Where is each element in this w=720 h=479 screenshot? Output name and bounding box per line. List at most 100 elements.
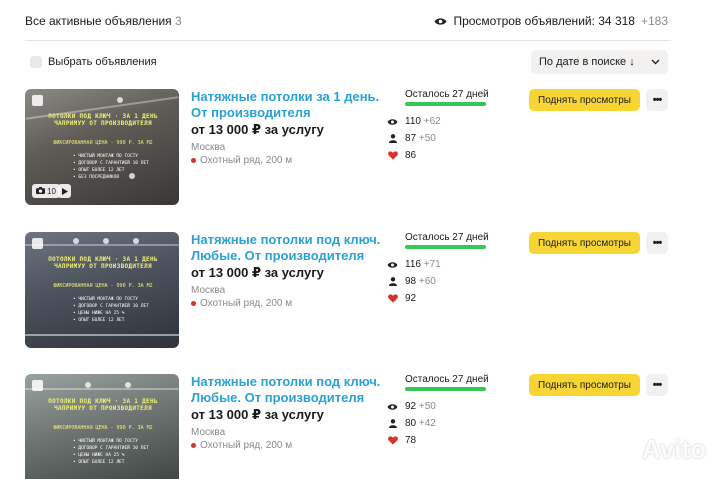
- contacts-delta: +60: [418, 276, 436, 287]
- contacts-count: 87: [405, 133, 417, 144]
- listing-metro-text: Охотный ряд, 200 м: [200, 440, 293, 451]
- views-stat: 116 +71: [387, 259, 441, 270]
- days-remaining-bar: [405, 102, 486, 106]
- photo-bullet: • ДОГОВОР С ГАРАНТИЕЙ 10 ЛЕТ: [73, 446, 149, 451]
- views-delta: +71: [423, 259, 441, 270]
- more-actions-button[interactable]: •••: [646, 374, 668, 396]
- listing-city: Москва: [191, 142, 226, 153]
- listing-checkbox[interactable]: [32, 95, 43, 106]
- metro-icon: [191, 158, 196, 163]
- favorites-count: 78: [405, 435, 417, 446]
- photo-bullet: • ЧИСТЫЙ МОНТАЖ ПО ГОСТУ: [73, 297, 139, 302]
- listing-price: от 13 000 ₽ за услугу: [191, 265, 324, 280]
- listing-metro: Охотный ряд, 200 м: [191, 155, 292, 166]
- favorites-count: 92: [405, 293, 417, 304]
- favorites-stat: 86: [387, 150, 416, 161]
- photo-headline-text: ПОТОЛКИ ПОД КЛЮЧ · ЗА 1 ДЕНЬ ЧАПРИМУУ ОТ…: [48, 113, 158, 127]
- photo-count: 10: [47, 186, 56, 196]
- views-count: 116: [405, 259, 421, 270]
- top-bar: Все активные объявления 3 Просмотров объ…: [0, 0, 720, 44]
- more-actions-button[interactable]: •••: [646, 89, 668, 111]
- days-remaining-fill: [405, 102, 486, 106]
- views-delta: +62: [423, 116, 441, 127]
- contacts-stat: 87 +50: [387, 133, 436, 144]
- days-remaining-fill: [405, 387, 486, 391]
- photo-bullet: • БЕЗ ПОСРЕДНИКОВ: [73, 175, 120, 180]
- listing-title[interactable]: Натяжные потолки за 1 день. От производи…: [191, 89, 387, 121]
- raise-views-button[interactable]: Поднять просмотры: [529, 89, 640, 111]
- listing-photo[interactable]: ПОТОЛКИ ПОД КЛЮЧ · ЗА 1 ДЕНЬ ЧАПРИМУУ ОТ…: [25, 374, 179, 479]
- listing-card: ПОТОЛКИ ПОД КЛЮЧ · ЗА 1 ДЕНЬ ЧАПРИМУУ ОТ…: [25, 232, 675, 350]
- play-icon[interactable]: [58, 184, 71, 198]
- watermark: Avito: [608, 434, 706, 465]
- listing-photo[interactable]: ПОТОЛКИ ПОД КЛЮЧ · ЗА 1 ДЕНЬ ЧАПРИМУУ ОТ…: [25, 89, 179, 205]
- listing-price: от 13 000 ₽ за услугу: [191, 407, 324, 422]
- days-remaining: Осталось 27 дней: [405, 374, 489, 385]
- days-remaining: Осталось 27 дней: [405, 89, 489, 100]
- listing-city: Москва: [191, 285, 226, 296]
- listing-checkbox[interactable]: [32, 380, 43, 391]
- contacts-delta: +42: [418, 418, 436, 429]
- select-all[interactable]: Выбрать объявления: [30, 56, 157, 68]
- photo-bullet: • ЦЕНЫ НИЖЕ НА 25 %: [73, 311, 125, 316]
- views-total: Просмотров объявлений: 34 318: [453, 14, 635, 28]
- sort-select[interactable]: По дате в поиске ↓: [531, 50, 668, 74]
- active-listings-count: 3: [175, 14, 182, 28]
- photo-bullet: • ЧИСТЫЙ МОНТАЖ ПО ГОСТУ: [73, 439, 139, 444]
- photo-price-text: ФИКСИРОВАННАЯ ЦЕНА - 990 Р. ЗА М2: [53, 140, 153, 146]
- select-all-checkbox[interactable]: [30, 56, 42, 68]
- photo-bullet: • ОПЫТ БОЛЕЕ 12 ЛЕТ: [73, 460, 125, 465]
- eye-icon: [387, 261, 398, 269]
- listing-checkbox[interactable]: [32, 238, 43, 249]
- camera-icon: [36, 186, 45, 196]
- more-actions-button[interactable]: •••: [646, 232, 668, 254]
- photo-price-text: ФИКСИРОВАННАЯ ЦЕНА - 990 Р. ЗА М2: [53, 425, 153, 431]
- favorites-stat: 78: [387, 435, 416, 446]
- eye-icon: [387, 403, 398, 411]
- days-remaining-bar: [405, 245, 486, 249]
- views-delta: +50: [418, 401, 436, 412]
- listing-title[interactable]: Натяжные потолки под ключ. Любые. От про…: [191, 232, 387, 264]
- active-listings-summary[interactable]: Все активные объявления 3: [25, 14, 182, 28]
- watermark-text: Avito: [641, 434, 706, 464]
- sort-select-value: По дате в поиске ↓: [539, 56, 635, 68]
- listing-metro: Охотный ряд, 200 м: [191, 440, 292, 451]
- listing-metro-text: Охотный ряд, 200 м: [200, 155, 293, 166]
- eye-icon: [387, 118, 398, 126]
- listing-card: ПОТОЛКИ ПОД КЛЮЧ · ЗА 1 ДЕНЬ ЧАПРИМУУ ОТ…: [25, 89, 675, 207]
- photo-bullet: • ОПЫТ БОЛЕЕ 12 ЛЕТ: [73, 168, 125, 173]
- contacts-stat: 98 +60: [387, 276, 436, 287]
- favorites-stat: 92: [387, 293, 416, 304]
- views-count: 110: [405, 116, 421, 127]
- listing-metro: Охотный ряд, 200 м: [191, 298, 292, 309]
- active-listings-label: Все активные объявления: [25, 14, 172, 28]
- photo-count-badge: 10: [32, 184, 60, 198]
- raise-views-button[interactable]: Поднять просмотры: [529, 374, 640, 396]
- photo-bullets: • ЧИСТЫЙ МОНТАЖ ПО ГОСТУ • ДОГОВОР С ГАР…: [73, 438, 149, 466]
- person-icon: [387, 277, 398, 286]
- photo-bullet: • ДОГОВОР С ГАРАНТИЕЙ 10 ЛЕТ: [73, 304, 149, 309]
- views-count: 92: [405, 401, 417, 412]
- listing-photo[interactable]: ПОТОЛКИ ПОД КЛЮЧ · ЗА 1 ДЕНЬ ЧАПРИМУУ ОТ…: [25, 232, 179, 348]
- days-remaining: Осталось 27 дней: [405, 232, 489, 243]
- raise-views-button[interactable]: Поднять просмотры: [529, 232, 640, 254]
- heart-icon: [387, 151, 398, 160]
- views-summary: Просмотров объявлений: 34 318 +183: [434, 14, 668, 28]
- days-remaining-fill: [405, 245, 486, 249]
- photo-bullets: • ЧИСТЫЙ МОНТАЖ ПО ГОСТУ • ДОГОВОР С ГАР…: [73, 296, 149, 324]
- contacts-delta: +50: [418, 133, 436, 144]
- listing-metro-text: Охотный ряд, 200 м: [200, 298, 293, 309]
- photo-bullet: • ДОГОВОР С ГАРАНТИЕЙ 10 ЛЕТ: [73, 161, 149, 166]
- metro-icon: [191, 301, 196, 306]
- heart-icon: [387, 294, 398, 303]
- photo-bullet: • ЦЕНЫ НИЖЕ НА 25 %: [73, 453, 125, 458]
- eye-icon: [434, 17, 447, 26]
- person-icon: [387, 419, 398, 428]
- listing-title[interactable]: Натяжные потолки под ключ. Любые. От про…: [191, 374, 387, 406]
- contacts-count: 80: [405, 418, 417, 429]
- header-divider: [25, 40, 671, 41]
- photo-bullet: • ОПЫТ БОЛЕЕ 12 ЛЕТ: [73, 318, 125, 323]
- chevron-down-icon: [651, 56, 660, 68]
- photo-headline-text: ПОТОЛКИ ПОД КЛЮЧ · ЗА 1 ДЕНЬ ЧАПРИМУУ ОТ…: [48, 256, 158, 270]
- select-all-label: Выбрать объявления: [48, 56, 157, 68]
